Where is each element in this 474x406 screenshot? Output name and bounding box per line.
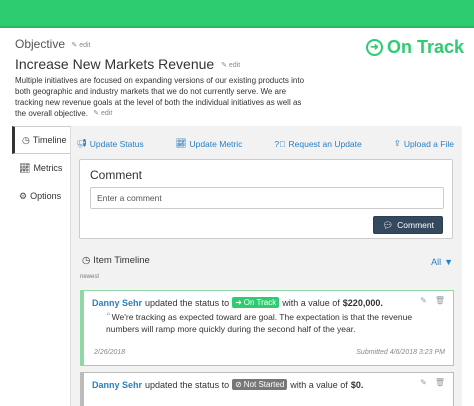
- timeline-title-text: Item Timeline: [93, 255, 150, 266]
- arrow-right-icon: ➜: [365, 39, 383, 56]
- arrow-right-icon: ➜: [235, 298, 242, 307]
- upload-file-link[interactable]: ⇪ Upload a File: [394, 138, 454, 149]
- entry-date: 2/26/2018: [94, 349, 126, 356]
- entry-text: with a value of: [290, 379, 348, 390]
- entry-tools: ✎ 🗑︎: [420, 378, 445, 387]
- trash-icon[interactable]: 🗑︎: [435, 296, 445, 305]
- entry-header: Danny Sehr updated the status to ⊘ Not S…: [92, 379, 363, 390]
- top-bar: [0, 0, 474, 28]
- status-indicator-label: On Track: [386, 37, 464, 57]
- entry-text: updated the status to: [145, 379, 230, 390]
- sort-label: newest: [80, 274, 100, 280]
- status-indicator: ➜ On Track: [365, 37, 464, 58]
- entry-submitted: Submitted 4/6/2018 3:23 PM: [356, 349, 445, 356]
- trash-icon[interactable]: 🗑︎: [435, 378, 445, 387]
- entry-user-link[interactable]: Danny Sehr: [92, 380, 142, 390]
- edit-text: edit: [100, 110, 113, 118]
- megaphone-icon: 📢︎: [76, 138, 87, 148]
- comment-panel: Comment 💬︎ Comment: [79, 159, 453, 239]
- sidebar-item-label: Metrics: [33, 163, 63, 173]
- timeline-entry: Danny Sehr updated the status to ⊘ Not S…: [80, 372, 454, 406]
- sidebar-item-options[interactable]: ⚙ Options: [12, 182, 70, 210]
- description-edit-link[interactable]: ✎ edit: [93, 110, 112, 117]
- entry-header: Danny Sehr updated the status to ➜ On Tr…: [92, 297, 383, 308]
- edit-text: edit: [79, 41, 91, 49]
- block-icon: ⊘: [235, 380, 242, 389]
- clock-icon: ◷: [22, 134, 30, 145]
- objective-label-edit-link[interactable]: ✎ edit: [71, 42, 90, 49]
- objective-label: Objective ✎ edit: [15, 37, 90, 51]
- upload-file-label: Upload a File: [403, 138, 454, 149]
- entry-value: $0.: [350, 379, 364, 390]
- update-metric-link[interactable]: 📈︎ Update Metric: [176, 138, 243, 149]
- timeline-title: ◷ Item Timeline: [82, 255, 150, 266]
- question-circle-icon: ?⃝: [274, 138, 286, 149]
- entry-text: updated the status to: [145, 297, 230, 308]
- request-update-label: Request an Update: [288, 138, 362, 149]
- edit-text: edit: [228, 62, 241, 70]
- filter-icon: ▼: [444, 257, 453, 267]
- gear-icon: ⚙: [19, 190, 28, 201]
- entry-user-link[interactable]: Danny Sehr: [92, 298, 142, 308]
- filter-label: All: [431, 257, 442, 267]
- action-bar: 📢︎ Update Status 📈︎ Update Metric ?⃝ Req…: [76, 138, 454, 149]
- entry-comment: “We're tracking as expected toward are g…: [106, 311, 426, 335]
- status-badge: ⊘ Not Started: [232, 379, 288, 390]
- quote-icon: “: [106, 311, 110, 323]
- clock-icon: ◷: [82, 255, 91, 266]
- sidebar-item-timeline[interactable]: ◷ Timeline: [12, 126, 70, 154]
- objective-title: Increase New Markets Revenue: [15, 56, 215, 72]
- timeline-entry: Danny Sehr updated the status to ➜ On Tr…: [80, 290, 454, 366]
- comment-title: Comment: [90, 168, 143, 182]
- description-text: Multiple initiatives are focused on expa…: [15, 76, 305, 118]
- comment-button-label: Comment: [397, 220, 434, 230]
- entry-tools: ✎ 🗑︎: [420, 296, 445, 305]
- line-chart-icon: 📈︎: [19, 162, 31, 173]
- comment-button[interactable]: 💬︎ Comment: [373, 216, 443, 234]
- update-status-label: Update Status: [89, 138, 144, 149]
- pencil-icon[interactable]: ✎: [420, 378, 427, 387]
- pencil-icon[interactable]: ✎: [420, 296, 427, 305]
- title-edit-link[interactable]: ✎ edit: [221, 62, 240, 69]
- objective-label-text: Objective: [15, 37, 66, 51]
- status-badge-label: Not Started: [243, 380, 285, 389]
- sidebar-item-metrics[interactable]: 📈︎ Metrics: [12, 154, 70, 182]
- entry-text: with a value of: [282, 297, 340, 308]
- upload-icon: ⇪: [393, 138, 401, 148]
- page-title: Increase New Markets Revenue ✎ edit: [15, 56, 240, 72]
- area-chart-icon: 📈︎: [175, 138, 187, 148]
- status-badge-label: On Track: [243, 298, 277, 307]
- request-update-link[interactable]: ?⃝ Request an Update: [274, 138, 361, 149]
- entry-comment-text: We're tracking as expected toward are go…: [106, 312, 413, 334]
- sidebar: ◷ Timeline 📈︎ Metrics ⚙ Options: [12, 126, 70, 210]
- sidebar-item-label: Timeline: [32, 135, 67, 145]
- update-status-link[interactable]: 📢︎ Update Status: [76, 138, 144, 149]
- sidebar-item-label: Options: [30, 191, 62, 201]
- comment-input[interactable]: [90, 187, 444, 209]
- status-badge: ➜ On Track: [232, 297, 280, 308]
- update-metric-label: Update Metric: [189, 138, 243, 149]
- entry-value: $220,000.: [342, 297, 383, 308]
- objective-description: Multiple initiatives are focused on expa…: [15, 75, 305, 119]
- speech-bubble-icon: 💬︎: [382, 219, 394, 230]
- timeline-filter[interactable]: All ▼: [431, 257, 453, 267]
